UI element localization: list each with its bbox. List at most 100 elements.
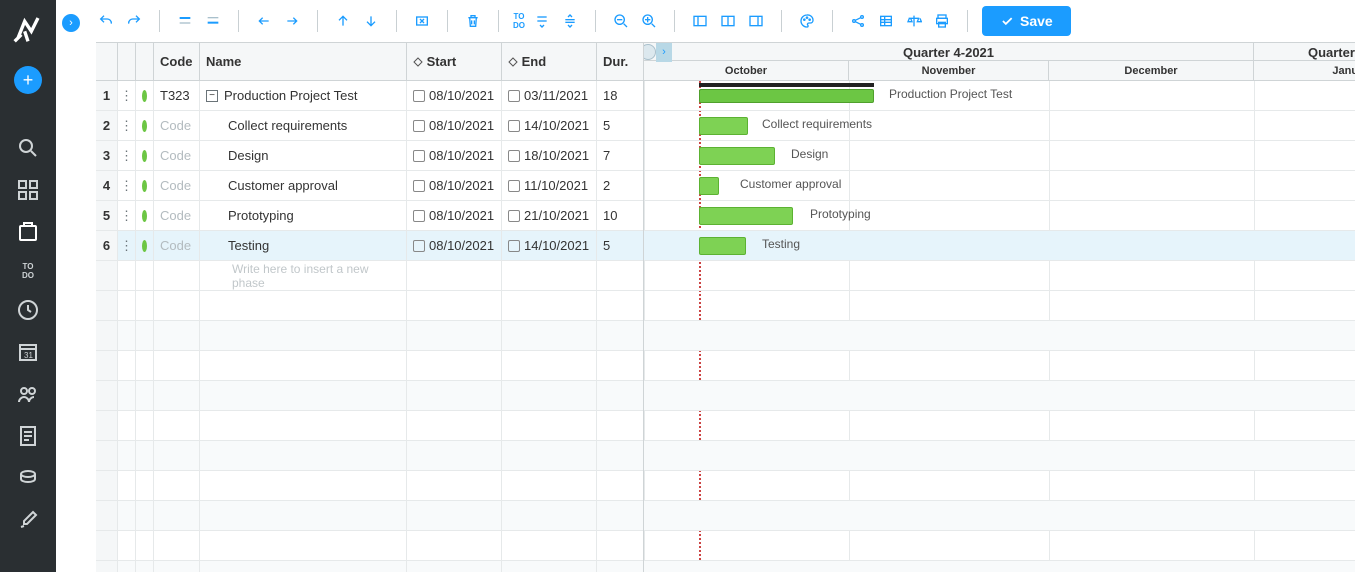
name-cell[interactable]: Prototyping	[200, 201, 407, 230]
end-milestone-checkbox[interactable]	[508, 180, 520, 192]
document-icon[interactable]	[16, 424, 40, 448]
insert-below-icon[interactable]	[202, 10, 224, 32]
col-start-header[interactable]: Start	[407, 43, 502, 80]
name-cell[interactable]: Collect requirements	[200, 111, 407, 140]
gantt-row[interactable]	[644, 351, 1355, 381]
status-dot[interactable]	[136, 111, 154, 140]
panel-toggle-chevron-icon[interactable]: ›	[62, 14, 80, 32]
add-button[interactable]: +	[14, 66, 42, 94]
gantt-row[interactable]	[644, 291, 1355, 321]
end-milestone-checkbox[interactable]	[508, 120, 520, 132]
row-menu-icon[interactable]: ⋮	[118, 141, 136, 170]
table-row[interactable]: 3⋮CodeDesign08/10/202118/10/20217	[96, 141, 643, 171]
end-cell[interactable]: 03/11/2021	[502, 81, 597, 110]
gantt-row[interactable]	[644, 561, 1355, 572]
name-cell[interactable]: −Production Project Test	[200, 81, 407, 110]
slider-handle[interactable]	[644, 44, 656, 60]
gantt-bar[interactable]	[699, 177, 719, 195]
insert-above-icon[interactable]	[174, 10, 196, 32]
gantt-row[interactable]: Testing	[644, 231, 1355, 261]
table-row[interactable]: 5⋮CodePrototyping08/10/202121/10/202110	[96, 201, 643, 231]
row-menu-icon[interactable]: ⋮	[118, 201, 136, 230]
start-cell[interactable]: 08/10/2021	[407, 231, 502, 260]
gantt-row[interactable]: Customer approval	[644, 171, 1355, 201]
gantt-row[interactable]	[644, 501, 1355, 531]
end-milestone-checkbox[interactable]	[508, 240, 520, 252]
share-icon[interactable]	[847, 10, 869, 32]
critical-path-icon[interactable]	[875, 10, 897, 32]
dur-cell[interactable]: 5	[597, 231, 637, 260]
start-cell[interactable]: 08/10/2021	[407, 141, 502, 170]
gantt-row[interactable]	[644, 321, 1355, 351]
gantt-bar[interactable]	[699, 117, 748, 135]
people-icon[interactable]	[16, 382, 40, 406]
start-milestone-checkbox[interactable]	[413, 150, 425, 162]
outdent-icon[interactable]	[253, 10, 275, 32]
end-cell[interactable]: 18/10/2021	[502, 141, 597, 170]
gantt-timeline-slider[interactable]: ‹ ›	[644, 43, 672, 62]
palette-icon[interactable]	[796, 10, 818, 32]
zoom-out-icon[interactable]	[610, 10, 632, 32]
end-milestone-checkbox[interactable]	[508, 90, 520, 102]
projects-icon[interactable]	[16, 220, 40, 244]
code-cell[interactable]: Code	[154, 171, 200, 200]
status-dot[interactable]	[136, 81, 154, 110]
save-button[interactable]: Save	[982, 6, 1071, 36]
table-row[interactable]: 2⋮CodeCollect requirements08/10/202114/1…	[96, 111, 643, 141]
trash-icon[interactable]	[462, 10, 484, 32]
insert-row[interactable]: Write here to insert a new phase	[96, 261, 643, 291]
gantt-row[interactable]	[644, 261, 1355, 291]
start-milestone-checkbox[interactable]	[413, 180, 425, 192]
row-menu-icon[interactable]: ⋮	[118, 171, 136, 200]
start-milestone-checkbox[interactable]	[413, 90, 425, 102]
dur-cell[interactable]: 10	[597, 201, 637, 230]
calendar-icon[interactable]: 31	[16, 340, 40, 364]
gantt-bar[interactable]	[699, 207, 793, 225]
redo-icon[interactable]	[123, 10, 145, 32]
gantt-row[interactable]	[644, 531, 1355, 561]
status-dot[interactable]	[136, 171, 154, 200]
gantt-row[interactable]: Collect requirements	[644, 111, 1355, 141]
code-cell[interactable]: Code	[154, 141, 200, 170]
table-row[interactable]: 6⋮CodeTesting08/10/202114/10/20215	[96, 231, 643, 261]
expand-all-icon[interactable]	[531, 10, 553, 32]
move-up-icon[interactable]	[332, 10, 354, 32]
col-name-header[interactable]: Name	[200, 43, 407, 80]
layout-left-icon[interactable]	[689, 10, 711, 32]
collapse-all-icon[interactable]	[559, 10, 581, 32]
zoom-in-icon[interactable]	[638, 10, 660, 32]
col-dur-header[interactable]: Dur.	[597, 43, 637, 80]
end-cell[interactable]: 14/10/2021	[502, 111, 597, 140]
dur-cell[interactable]: 5	[597, 111, 637, 140]
dur-cell[interactable]: 18	[597, 81, 637, 110]
todo-button[interactable]: TODO	[513, 12, 525, 30]
table-row[interactable]: 4⋮CodeCustomer approval08/10/202111/10/2…	[96, 171, 643, 201]
cost-icon[interactable]	[16, 466, 40, 490]
dur-cell[interactable]: 7	[597, 141, 637, 170]
start-milestone-checkbox[interactable]	[413, 210, 425, 222]
gantt-row[interactable]	[644, 471, 1355, 501]
dashboard-icon[interactable]	[16, 178, 40, 202]
end-cell[interactable]: 21/10/2021	[502, 201, 597, 230]
status-dot[interactable]	[136, 201, 154, 230]
gantt-row[interactable]	[644, 411, 1355, 441]
col-code-header[interactable]: Code	[154, 43, 200, 80]
gantt-body[interactable]: ⋮⋮ Production Project TestCollect requir…	[644, 81, 1355, 572]
end-milestone-checkbox[interactable]	[508, 150, 520, 162]
todo-nav-icon[interactable]: TODO	[22, 262, 34, 280]
balance-icon[interactable]	[903, 10, 925, 32]
gantt-bar[interactable]	[699, 147, 775, 165]
clock-icon[interactable]	[16, 298, 40, 322]
code-cell[interactable]: Code	[154, 201, 200, 230]
gantt-bar[interactable]	[699, 237, 746, 255]
settings-icon[interactable]	[16, 508, 40, 532]
dur-cell[interactable]: 2	[597, 171, 637, 200]
status-dot[interactable]	[136, 141, 154, 170]
undo-icon[interactable]	[95, 10, 117, 32]
search-icon[interactable]	[16, 136, 40, 160]
row-menu-icon[interactable]: ⋮	[118, 111, 136, 140]
col-end-header[interactable]: End	[502, 43, 597, 80]
delete-row-icon[interactable]	[411, 10, 433, 32]
move-down-icon[interactable]	[360, 10, 382, 32]
end-milestone-checkbox[interactable]	[508, 210, 520, 222]
